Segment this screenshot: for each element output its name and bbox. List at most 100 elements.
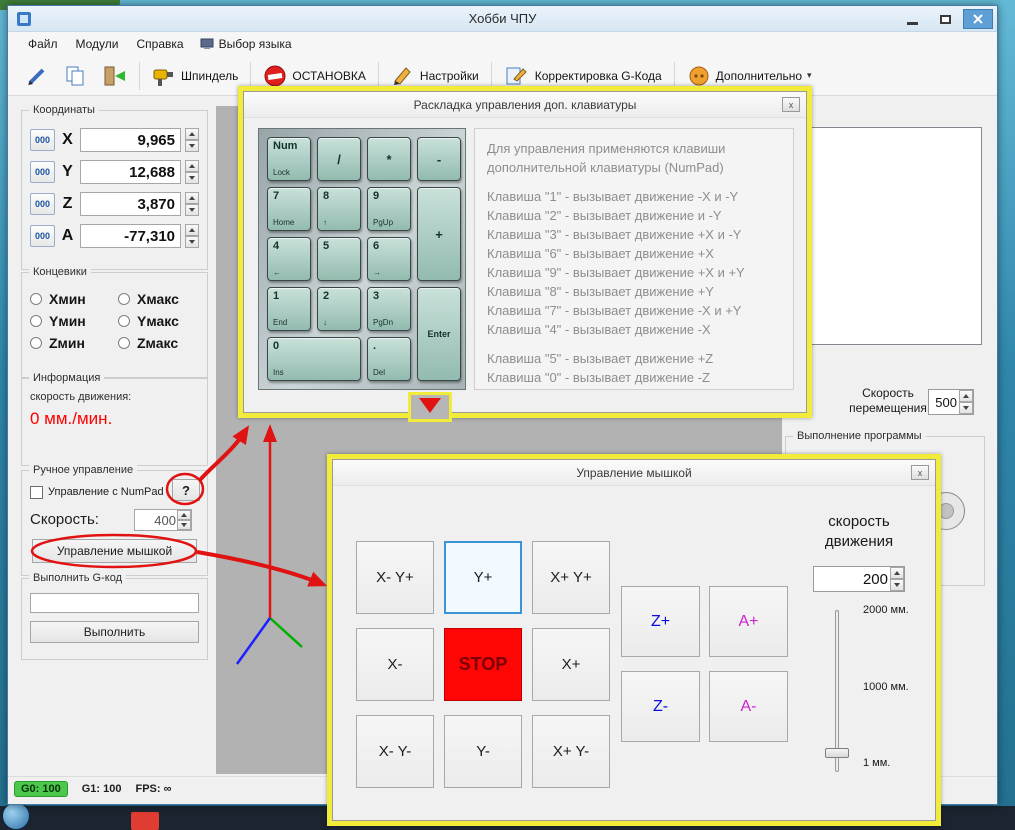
zero-x-button[interactable]: 000 [30,129,55,151]
numpad-description-panel: Для управления применяются клавиши допол… [474,128,794,390]
numpad-key-numlock: Num Lock [267,137,311,181]
mouse-speed-spinner[interactable] [890,567,904,591]
btn-a-plus[interactable]: A+ [709,586,788,657]
numpad-intro-text: Для управления применяются клавиши допол… [487,141,726,175]
coordinate-x-input[interactable]: 9,965 [80,128,181,152]
mouse-dialog-title[interactable]: Управление мышкой [333,460,935,486]
numpad-checkbox[interactable] [30,486,43,499]
btn-z-plus[interactable]: Z+ [621,586,700,657]
pen-tool-button[interactable] [18,60,56,92]
coordinate-a-spinner[interactable] [185,224,199,248]
numpad-key-minus: - [417,137,461,181]
manual-speed-label: Скорость: [30,511,99,528]
coordinate-y-input[interactable]: 12,688 [80,160,181,184]
coordinate-y-spinner[interactable] [185,160,199,184]
numpad-key-4: 4 ← [267,237,311,281]
stop-label: ОСТАНОВКА [292,68,366,83]
zero-y-button[interactable]: 000 [30,161,55,183]
coordinate-y-value: 12,688 [129,163,175,181]
information-title: Информация [29,372,105,384]
menu-help[interactable]: Справка [131,33,196,55]
axis-a-label: A [61,227,74,244]
settings-label: Настройки [419,68,479,83]
btn-x-plus-y-plus[interactable]: X+ Y+ [532,541,610,614]
g1-value: G1: 100 [81,782,122,795]
key-description-line: Клавиша "3" - вызывает движение +X и -Y [487,227,742,242]
numpad-dialog-title[interactable]: Раскладка управления доп. клавиатуры [244,92,806,118]
coordinate-z-input[interactable]: 3,870 [80,192,181,216]
information-group: Информация скорость движения: 0 мм./мин. [21,372,208,466]
gcode-input[interactable] [30,593,199,613]
taskbar-app-icon[interactable] [131,812,159,830]
g0-badge: G0: 100 [14,780,68,797]
radio-zmax[interactable] [118,337,130,349]
fps-value: FPS: ∞ [135,782,172,795]
copy-document-button[interactable] [56,60,94,92]
btn-x-minus-y-minus[interactable]: X- Y- [356,715,434,788]
numpad-help-button[interactable]: ? [172,479,200,501]
gcode-list-box[interactable] [788,127,982,345]
pen-icon [28,68,45,85]
slider-label-mid: 1000 мм. [863,681,909,693]
numpad-dialog-close-button[interactable]: x [782,97,800,112]
coordinate-a-input[interactable]: -77,310 [80,224,181,248]
titlebar[interactable]: Хобби ЧПУ [8,6,997,32]
tool-position-marker [408,392,452,422]
close-button[interactable] [963,9,993,29]
radio-xmax[interactable] [118,293,130,305]
manual-speed-spinner[interactable] [177,510,191,530]
mouse-speed-input[interactable]: 200 [813,566,905,592]
mouse-speed-label: скорость движения [795,512,923,552]
coordinate-z-value: 3,870 [137,195,175,213]
minimize-button[interactable] [897,9,927,29]
spindle-button[interactable]: Шпиндель [145,60,245,92]
zero-z-button[interactable]: 000 [30,193,55,215]
settings-pencil-icon [393,66,411,85]
radio-ymin[interactable] [30,315,42,327]
btn-y-minus[interactable]: Y- [444,715,522,788]
btn-z-minus[interactable]: Z- [621,671,700,742]
speed-slider-thumb[interactable] [825,748,849,758]
btn-stop[interactable]: STOP [444,628,522,701]
key-description-line: Клавиша "5" - вызывает движение +Z [487,351,714,366]
menu-language[interactable]: Выбор языка [196,33,302,55]
move-speed-input[interactable]: 500 [928,389,974,415]
mouse-dialog-close-button[interactable]: x [911,465,929,480]
menu-file[interactable]: Файл [22,33,70,55]
exit-button[interactable] [94,60,134,92]
menu-modules[interactable]: Модули [70,33,131,55]
radio-zmin[interactable] [30,337,42,349]
key-description-line: Клавиша "8" - вызывает движение +Y [487,284,714,299]
manual-speed-input[interactable]: 400 [134,509,192,531]
numpad-key-6: 6 → [367,237,411,281]
numpad-key-3: 3 PgDn [367,287,411,331]
move-speed-spinner[interactable] [959,390,973,414]
coordinate-x-spinner[interactable] [185,128,199,152]
btn-x-plus-y-minus[interactable]: X+ Y- [532,715,610,788]
radio-xmin[interactable] [30,293,42,305]
window-title: Хобби ЧПУ [468,11,537,26]
toolbar-separator [139,61,140,90]
coordinate-z-spinner[interactable] [185,192,199,216]
btn-x-minus-y-plus[interactable]: X- Y+ [356,541,434,614]
gamepad-icon [689,66,709,85]
maximize-button[interactable] [930,9,960,29]
btn-x-minus[interactable]: X- [356,628,434,701]
btn-a-minus[interactable]: A- [709,671,788,742]
slider-label-max: 2000 мм. [863,604,909,616]
radio-ymax[interactable] [118,315,130,327]
zero-a-button[interactable]: 000 [30,225,55,247]
numpad-key-1: 1 End [267,287,311,331]
btn-x-plus[interactable]: X+ [532,628,610,701]
start-button[interactable] [2,802,30,830]
numpad-key-5: 5 [317,237,361,281]
run-gcode-button[interactable]: Выполнить [30,621,199,643]
numpad-image: Num Lock / * - 7 Home 8 ↑ 9 PgUp + 4 ← 5 6 → 1… [258,128,466,390]
numpad-key-multiply: * [367,137,411,181]
axis-z-label: Z [62,195,73,212]
run-gcode-group: Выполнить G-код Выполнить [21,572,208,660]
xmin-label: Xмин [49,291,86,307]
btn-y-plus[interactable]: Y+ [444,541,522,614]
mouse-control-button[interactable]: Управление мышкой [32,539,197,563]
numpad-key-2: 2 ↓ [317,287,361,331]
